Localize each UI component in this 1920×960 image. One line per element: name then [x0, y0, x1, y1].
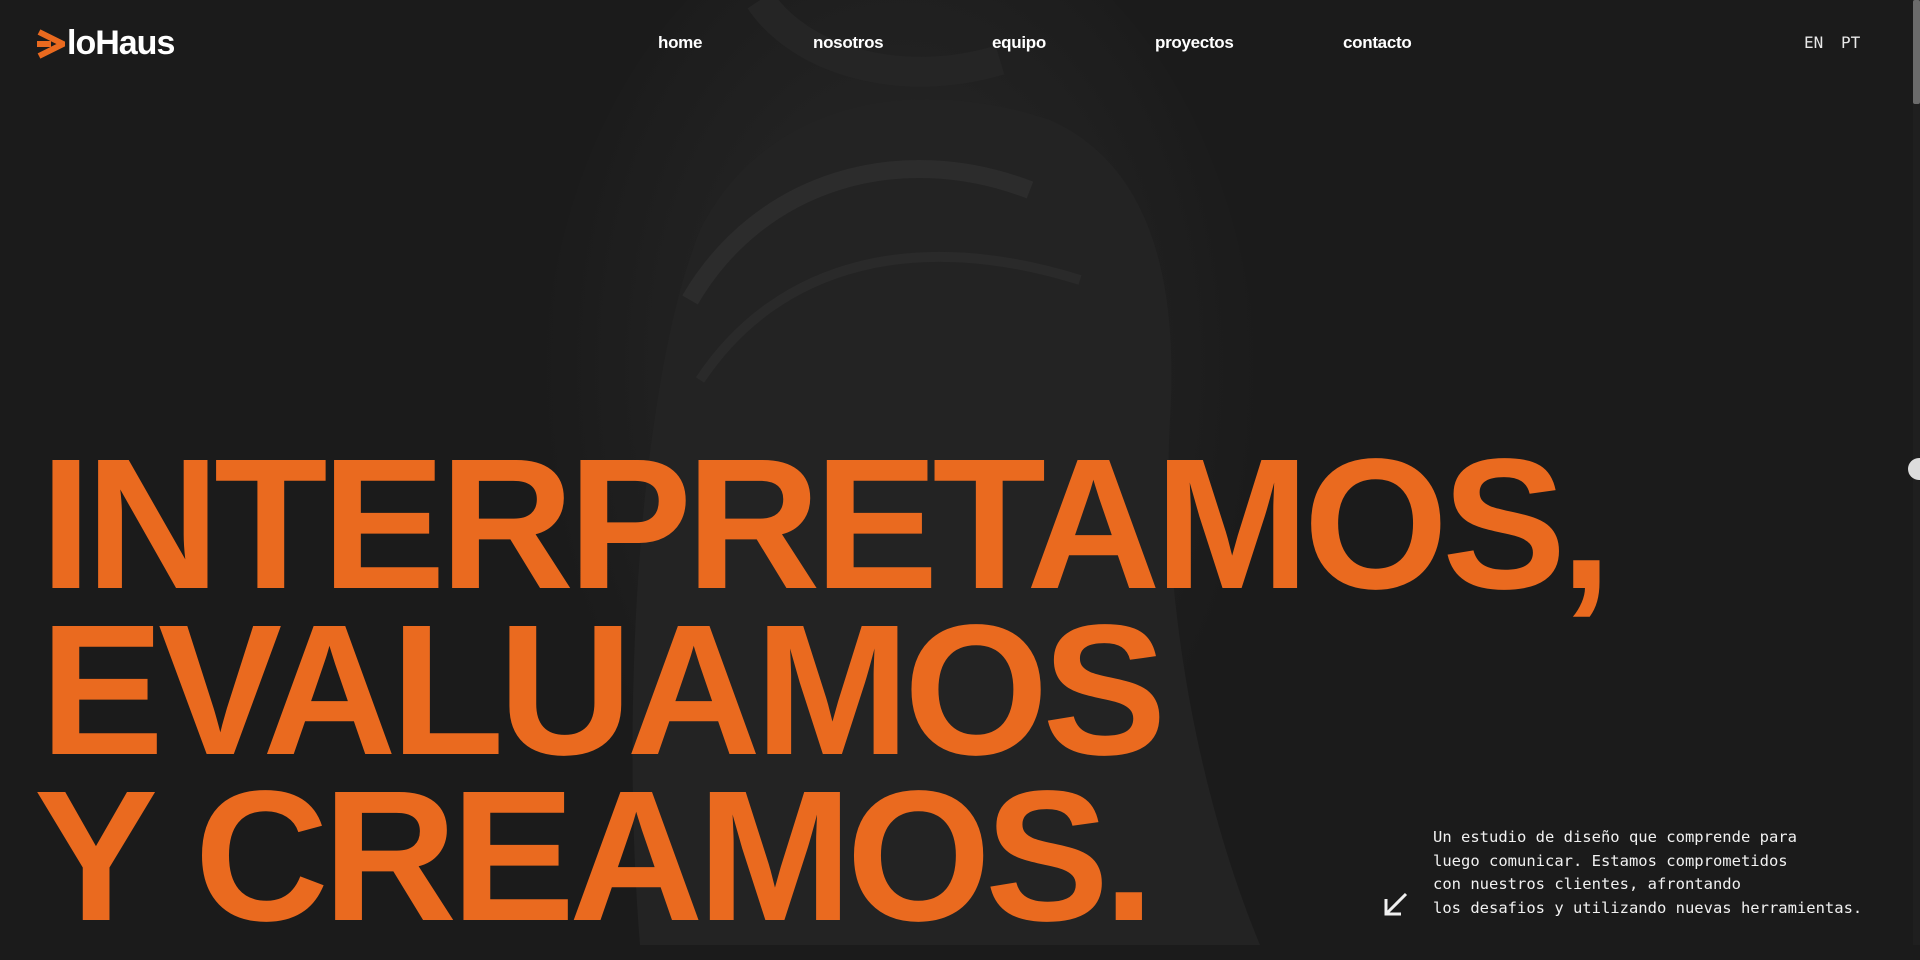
intro-line: con nuestros clientes, afrontando: [1433, 875, 1741, 893]
hero-heading-line-3: Y CREAMOS.: [34, 753, 1155, 960]
intro-line: Un estudio de diseño que comprende para: [1433, 828, 1797, 846]
hero-section: INTERPRETAMOS, EVALUAMOS Y CREAMOS. Un e…: [0, 0, 1920, 950]
intro-line: los desafios y utilizando nuevas herrami…: [1433, 898, 1863, 917]
intro-paragraph: Un estudio de diseño que comprende para …: [1433, 826, 1893, 920]
arrow-down-left-icon[interactable]: [1382, 890, 1410, 918]
intro-line: luego comunicar. Estamos comprometidos: [1433, 851, 1788, 870]
scrollbar-thumb[interactable]: [1913, 0, 1920, 104]
